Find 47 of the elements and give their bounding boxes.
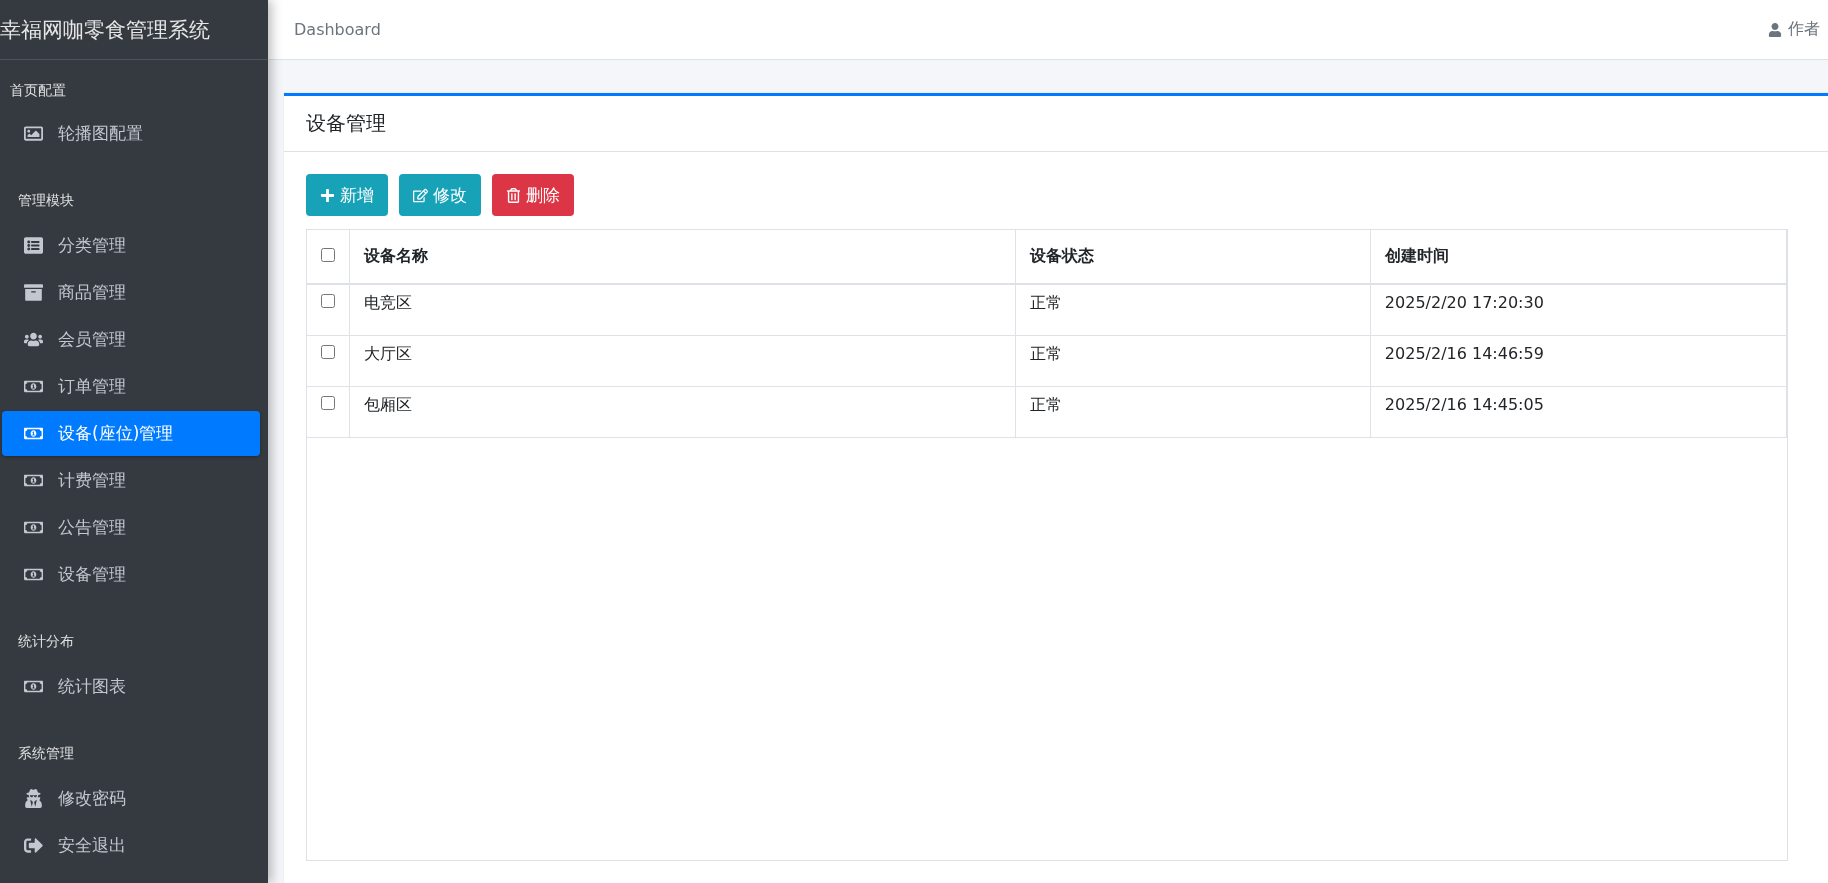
sidebar-item[interactable]: 分类管理 [2, 223, 260, 268]
select-all-checkbox[interactable] [321, 248, 335, 262]
table-cell: 大厅区 [349, 335, 1016, 387]
breadcrumb-link[interactable]: Dashboard [294, 20, 381, 39]
row-checkbox[interactable] [321, 345, 335, 359]
sidebar-item[interactable]: 安全退出 [2, 823, 260, 868]
table-cell: 2025/2/16 14:45:05 [1370, 386, 1787, 438]
table-cell: 电竞区 [349, 284, 1016, 336]
user-menu[interactable]: 作者 [1768, 19, 1820, 40]
table-cell: 正常 [1015, 335, 1371, 387]
column-header: 设备状态 [1015, 230, 1371, 284]
sidebar-item[interactable]: 商品管理 [2, 270, 260, 315]
sidebar-group-label: 统计分布 [18, 633, 74, 649]
sidebar-item[interactable]: 公告管理 [2, 505, 260, 550]
image-icon [22, 124, 44, 143]
sidebar-item[interactable]: 轮播图配置 [2, 111, 260, 156]
table-cell: 2025/2/16 14:46:59 [1370, 335, 1787, 387]
sign-out-icon [22, 836, 44, 855]
sidebar-item[interactable]: 计费管理 [2, 458, 260, 503]
sidebar-item[interactable]: 设备(座位)管理 [2, 411, 260, 456]
row-checkbox[interactable] [321, 294, 335, 308]
users-icon [22, 330, 44, 349]
edit-icon [413, 187, 428, 203]
table-cell: 正常 [1015, 386, 1371, 438]
delete-button[interactable]: 删除 [492, 174, 574, 216]
sidebar-item[interactable]: 设备管理 [2, 552, 260, 597]
column-header: 创建时间 [1370, 230, 1787, 284]
plus-icon [320, 187, 335, 203]
brand-title: 幸福网咖零食管理系统 [0, 16, 210, 44]
sidebar-group-label: 首页配置 [10, 82, 66, 98]
sidebar-item[interactable]: 订单管理 [2, 364, 260, 409]
sidebar-group-label: 管理模块 [18, 192, 74, 208]
table-cell: 2025/2/20 17:20:30 [1370, 284, 1787, 336]
sidebar-group-label: 系统管理 [18, 745, 74, 761]
trash-icon [506, 187, 521, 203]
column-header: 设备名称 [349, 230, 1016, 284]
archive-icon [22, 283, 44, 302]
sidebar-item[interactable]: 修改密码 [2, 776, 260, 821]
spy-icon [22, 789, 44, 808]
card-title: 设备管理 [284, 96, 1828, 152]
sidebar-item[interactable]: 统计图表 [2, 664, 260, 709]
user-icon [1768, 22, 1782, 37]
table-cell: 包厢区 [349, 386, 1016, 438]
sidebar-item[interactable]: 会员管理 [2, 317, 260, 362]
list-icon [22, 236, 44, 255]
table-cell: 正常 [1015, 284, 1371, 336]
row-checkbox[interactable] [321, 396, 335, 410]
